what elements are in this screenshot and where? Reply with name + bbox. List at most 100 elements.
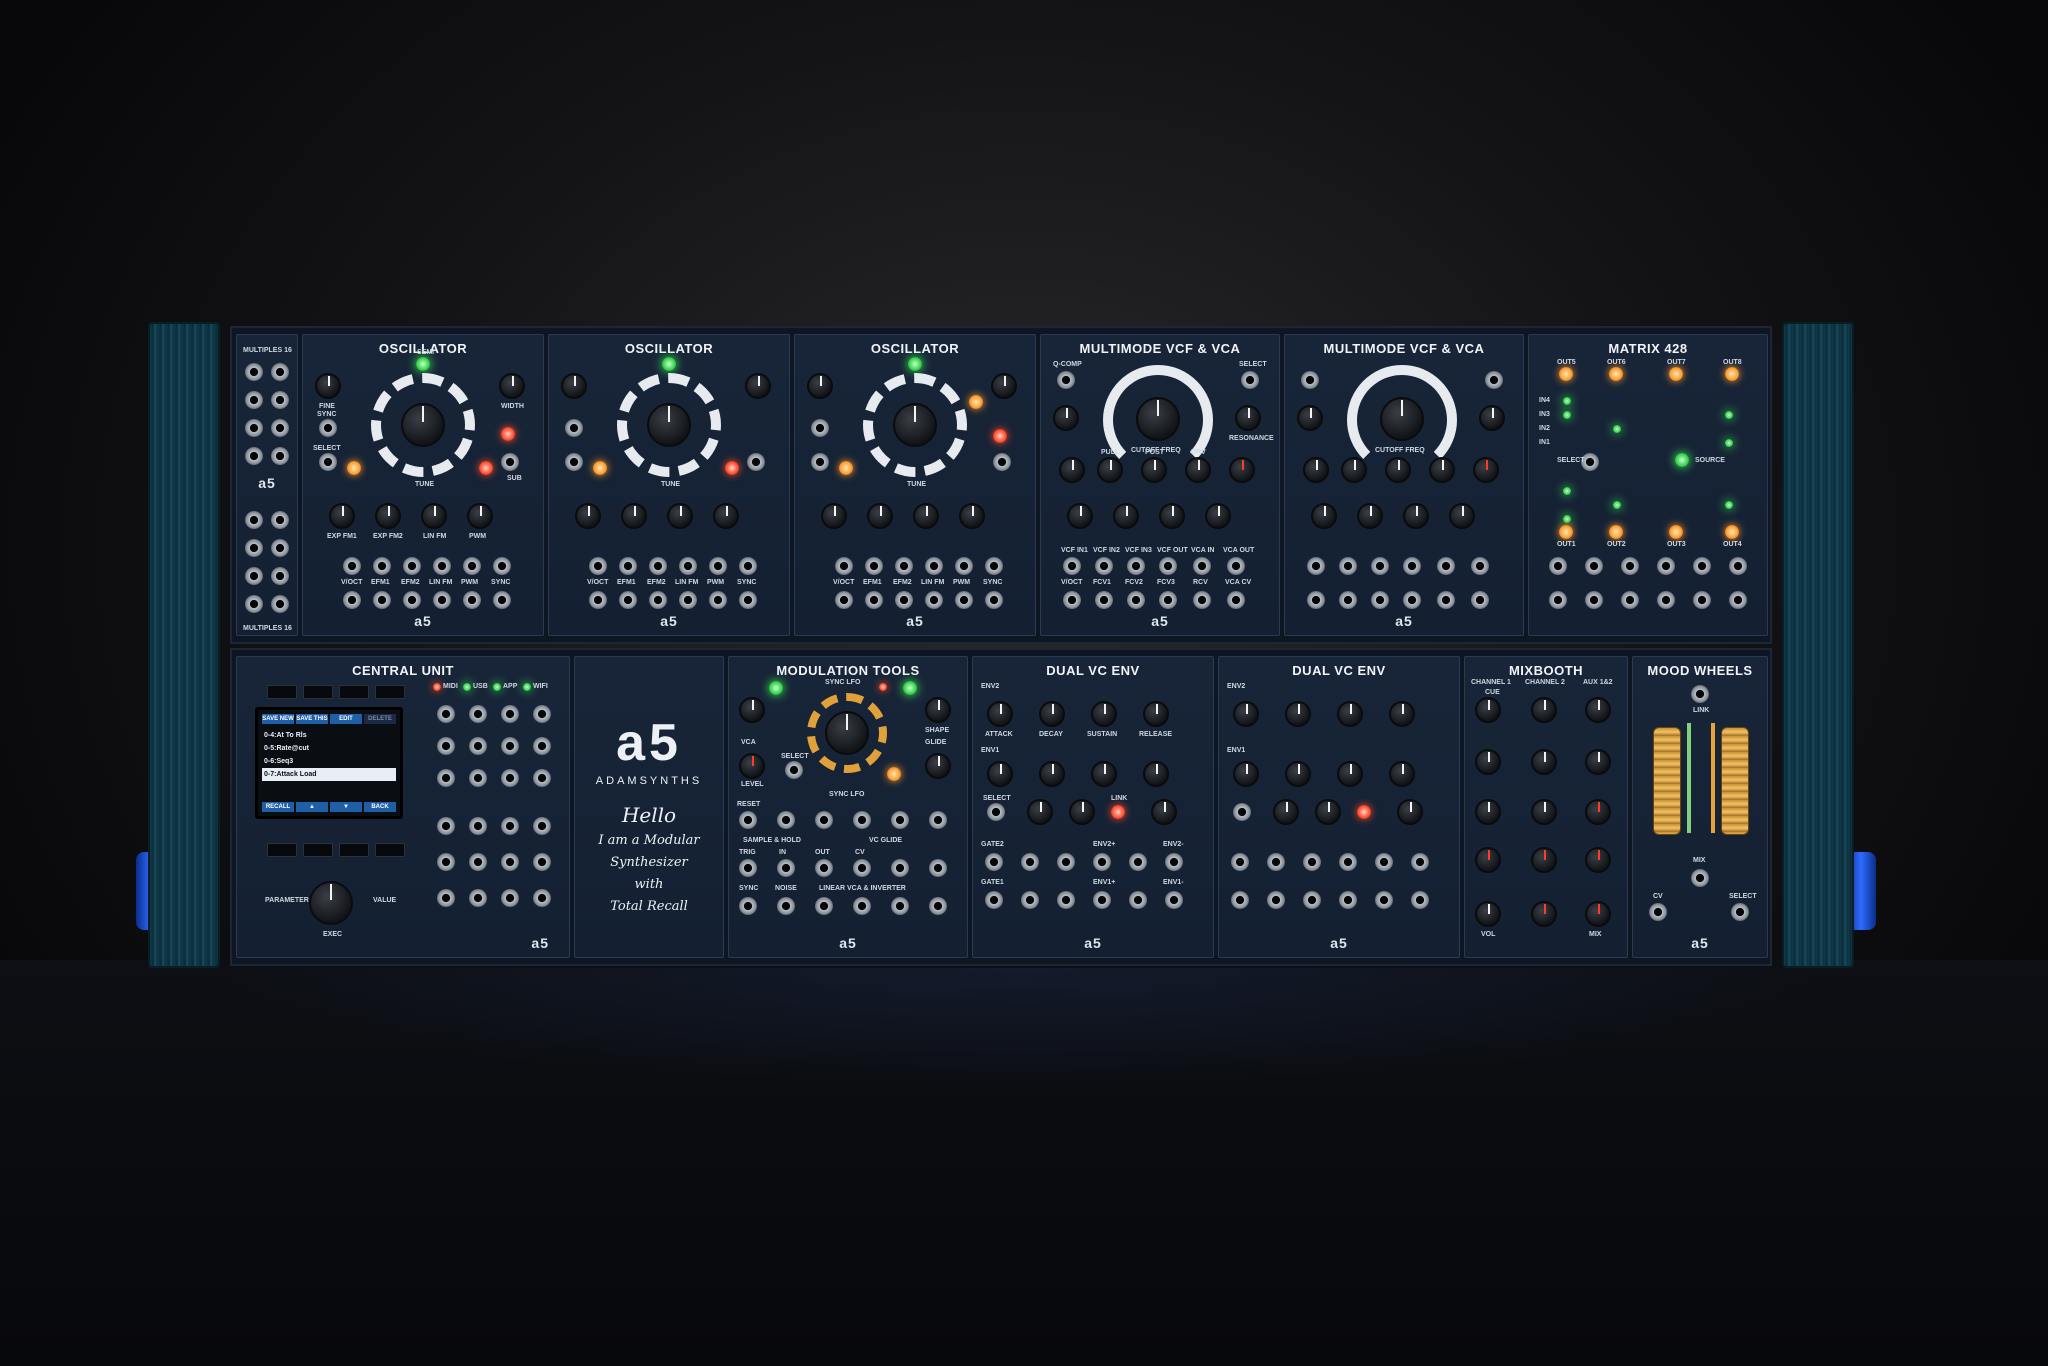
jack[interactable] [1267,891,1285,909]
mix-button[interactable] [1691,869,1709,887]
fine-knob[interactable] [315,373,341,399]
tune-knob[interactable] [893,403,937,447]
reso-cv-knob[interactable] [1449,503,1475,529]
env-delay-knob[interactable] [1151,799,1177,825]
jack[interactable] [403,591,421,609]
jack[interactable] [1403,591,1421,609]
cutoff-freq-knob[interactable] [1136,397,1180,441]
jack[interactable] [463,557,481,575]
jack[interactable] [649,591,667,609]
jack[interactable] [679,557,697,575]
sync-button[interactable] [319,419,337,437]
jack[interactable] [437,853,455,871]
jack[interactable] [1227,591,1245,609]
jack[interactable] [1403,557,1421,575]
jack[interactable] [271,595,289,613]
jack[interactable] [469,853,487,871]
jack[interactable] [245,363,263,381]
jack[interactable] [501,853,519,871]
jack[interactable] [739,859,757,877]
jack[interactable] [373,591,391,609]
attack-knob[interactable] [987,701,1013,727]
preset-item[interactable]: 0-4:At To Rls [262,729,396,742]
jack[interactable] [1095,591,1113,609]
jack[interactable] [271,419,289,437]
jack[interactable] [1549,557,1567,575]
q-comp-knob[interactable] [1053,405,1079,431]
jack[interactable] [895,557,913,575]
back-button[interactable]: BACK [364,802,396,812]
select-button[interactable] [1731,903,1749,921]
attack-knob[interactable] [987,761,1013,787]
preset-item[interactable]: 0-5:Rate@cut [262,742,396,755]
mix-knob[interactable] [1585,901,1611,927]
jack[interactable] [589,557,607,575]
jack[interactable] [469,737,487,755]
jack[interactable] [815,897,833,915]
jack[interactable] [589,591,607,609]
lower-button-strip[interactable] [267,843,405,857]
release-knob[interactable] [1143,701,1169,727]
master-vol-knob[interactable] [1475,901,1501,927]
rate-knob[interactable] [739,697,765,723]
jack[interactable] [501,737,519,755]
jack[interactable] [245,511,263,529]
sustain-knob[interactable] [1337,701,1363,727]
jack[interactable] [437,817,455,835]
jack[interactable] [501,817,519,835]
select-button[interactable] [811,453,829,471]
jack[interactable] [1303,853,1321,871]
sustain-knob[interactable] [1091,701,1117,727]
jack[interactable] [533,705,551,723]
jack[interactable] [835,557,853,575]
rate-knob-big[interactable] [825,711,869,755]
jack[interactable] [501,769,519,787]
jack[interactable] [985,891,1003,909]
tune-knob[interactable] [647,403,691,447]
jack[interactable] [469,817,487,835]
jack[interactable] [469,705,487,723]
aux-level-knob[interactable] [1585,799,1611,825]
width-knob[interactable] [499,373,525,399]
tune-knob[interactable] [401,403,445,447]
save-new-tab[interactable]: SAVE NEW [262,714,294,724]
jack[interactable] [1093,891,1111,909]
jack[interactable] [1375,891,1393,909]
q-comp-button[interactable] [1301,371,1319,389]
mood-wheel-right[interactable] [1721,727,1749,835]
jack[interactable] [955,591,973,609]
time-knob[interactable] [925,753,951,779]
exec-encoder[interactable] [309,881,353,925]
jack[interactable] [1159,591,1177,609]
jack[interactable] [1165,853,1183,871]
exp-fm2-knob[interactable] [621,503,647,529]
jack[interactable] [1303,891,1321,909]
jack[interactable] [985,557,1003,575]
jack[interactable] [433,557,451,575]
cv2-knob[interactable] [1315,799,1341,825]
jack[interactable] [1193,591,1211,609]
jack[interactable] [533,853,551,871]
jack[interactable] [433,591,451,609]
jack[interactable] [891,811,909,829]
jack[interactable] [437,705,455,723]
jack[interactable] [739,557,757,575]
jack[interactable] [501,889,519,907]
aux-knob[interactable] [1531,697,1557,723]
aux-level-knob[interactable] [1585,847,1611,873]
select-button[interactable] [565,453,583,471]
jack[interactable] [891,859,909,877]
jack[interactable] [1057,853,1075,871]
jack[interactable] [815,811,833,829]
jack[interactable] [1657,557,1675,575]
jack[interactable] [1339,853,1357,871]
jack[interactable] [1127,557,1145,575]
jack[interactable] [493,591,511,609]
jack[interactable] [1339,557,1357,575]
exp-fm1-knob[interactable] [821,503,847,529]
sub-button[interactable] [501,453,519,471]
cv1-knob[interactable] [1273,799,1299,825]
env-delay-knob[interactable] [1397,799,1423,825]
jack[interactable] [469,889,487,907]
jack[interactable] [739,811,757,829]
